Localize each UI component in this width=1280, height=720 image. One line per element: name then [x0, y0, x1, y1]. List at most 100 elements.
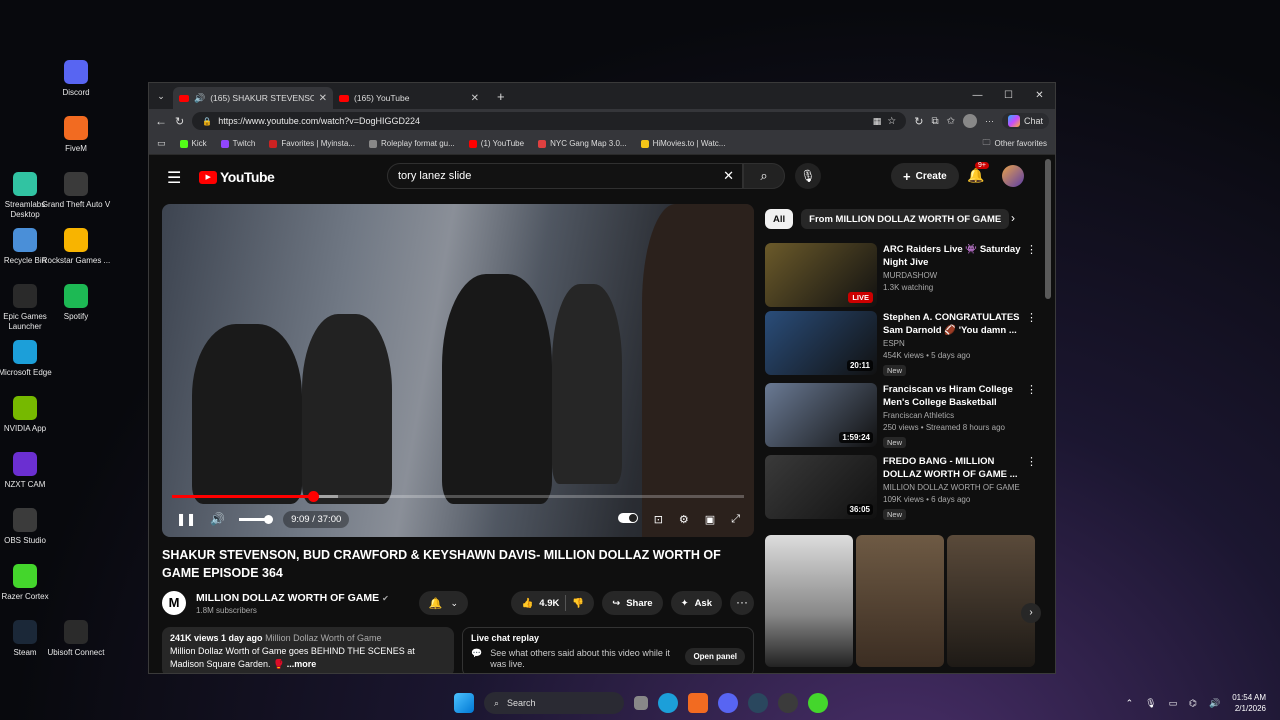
split-screen-icon[interactable]: ⧉: [931, 116, 938, 127]
recommended-video-channel[interactable]: Franciscan Athletics: [883, 411, 1037, 420]
new-tab-button[interactable]: +: [497, 89, 505, 104]
dislike-icon[interactable]: 👎: [572, 598, 584, 609]
video-thumbnail[interactable]: 1:59:24: [765, 383, 877, 447]
ask-button[interactable]: ✦ Ask: [670, 591, 722, 615]
short-thumbnail[interactable]: [947, 535, 1035, 667]
voice-search-button[interactable]: 🎙: [795, 163, 821, 189]
tab-list-dropdown-icon[interactable]: ⌄: [149, 91, 173, 102]
more-link[interactable]: ...more: [287, 659, 317, 669]
close-window-icon[interactable]: ✕: [1024, 83, 1055, 109]
open-panel-button[interactable]: Open panel: [685, 648, 745, 665]
autoplay-toggle[interactable]: [617, 512, 638, 523]
more-options-icon[interactable]: ⋮: [1026, 243, 1037, 256]
youtube-logo[interactable]: ▶ YouTube: [199, 169, 275, 185]
bookmark-item[interactable]: (1) YouTube: [468, 139, 524, 148]
edge-icon[interactable]: [658, 693, 678, 713]
more-actions-button[interactable]: ···: [730, 591, 754, 615]
bookmark-item[interactable]: HiMovies.to | Watc...: [640, 139, 725, 148]
close-tab-icon[interactable]: ✕: [471, 93, 479, 104]
channel-avatar[interactable]: M: [162, 591, 186, 615]
chevron-right-icon[interactable]: ›: [1011, 211, 1015, 225]
other-favorites-folder[interactable]: 🗀 Other favorites: [983, 137, 1047, 151]
miniplayer-icon[interactable]: ▣: [705, 513, 715, 526]
chip-from-channel[interactable]: From MILLION DOLLAZ WORTH OF GAME: [801, 209, 1010, 229]
address-bar[interactable]: 🔒 https://www.youtube.com/watch?v=DogHIG…: [192, 112, 907, 130]
copilot-chat-button[interactable]: Chat: [1001, 113, 1049, 129]
desktop-shortcut[interactable]: NZXT CAM: [0, 452, 60, 490]
tab-active-video[interactable]: 🔊 (165) SHAKUR STEVENSON, B ✕: [173, 87, 333, 109]
recommended-video-title[interactable]: Franciscan vs Hiram College Men's Colleg…: [883, 383, 1037, 409]
desktop-shortcut[interactable]: Grand Theft Auto V: [41, 172, 111, 210]
tab-actions-icon[interactable]: ▭: [157, 138, 166, 149]
refresh-icon[interactable]: ↻: [175, 115, 184, 128]
more-options-icon[interactable]: ⋮: [1026, 455, 1037, 468]
clear-search-icon[interactable]: ✕: [723, 168, 734, 184]
channel-name[interactable]: MILLION DOLLAZ WORTH OF GAME ✔: [196, 592, 389, 604]
discord-icon[interactable]: [718, 693, 738, 713]
bookmark-item[interactable]: NYC Gang Map 3.0...: [538, 139, 627, 148]
steam-icon[interactable]: [748, 693, 768, 713]
short-thumbnail[interactable]: [765, 535, 853, 667]
captions-icon[interactable]: ⊡: [654, 513, 663, 526]
recommended-video-channel[interactable]: MILLION DOLLAZ WORTH OF GAME: [883, 483, 1037, 492]
more-menu-icon[interactable]: ···: [985, 116, 994, 126]
desktop-shortcut[interactable]: Rockstar Games ...: [41, 228, 111, 266]
windows-start-icon[interactable]: [454, 693, 474, 713]
bookmark-item[interactable]: Roleplay format gu...: [368, 139, 455, 148]
bookmark-item[interactable]: Favorites | Myinsta...: [269, 139, 355, 148]
video-thumbnail[interactable]: 36:05: [765, 455, 877, 519]
speaker-icon[interactable]: 🔊: [194, 93, 205, 104]
minimize-icon[interactable]: —: [962, 83, 993, 109]
volume-icon[interactable]: 🔊: [210, 512, 225, 526]
razer-icon[interactable]: [808, 693, 828, 713]
favorites-icon[interactable]: ✩: [947, 116, 955, 127]
fullscreen-icon[interactable]: ⤢: [731, 513, 740, 526]
search-button[interactable]: ⌕: [743, 163, 785, 189]
pause-icon[interactable]: ❚❚: [176, 512, 196, 526]
recommended-video-title[interactable]: Stephen A. CONGRATULATES Sam Darnold 🏈 '…: [883, 311, 1037, 337]
recommended-video-title[interactable]: ARC Raiders Live 👾 Saturday Night Jive: [883, 243, 1037, 269]
task-view-icon[interactable]: [634, 696, 648, 710]
chip-all[interactable]: All: [765, 209, 794, 229]
page-scrollbar[interactable]: [1045, 159, 1051, 299]
progress-bar[interactable]: [172, 491, 744, 502]
recommended-video[interactable]: 1:59:24 Franciscan vs Hiram College Men's…: [765, 383, 1037, 449]
taskbar-search[interactable]: ⌕ Search: [484, 692, 624, 714]
favorite-star-icon[interactable]: ☆: [887, 116, 896, 127]
recommended-video-title[interactable]: FREDO BANG - MILLION DOLLAZ WORTH OF GAM…: [883, 455, 1037, 481]
display-icon[interactable]: ▭: [1169, 698, 1178, 709]
maximize-icon[interactable]: ☐: [993, 83, 1024, 109]
share-button[interactable]: ↪ Share: [602, 591, 663, 615]
more-options-icon[interactable]: ⋮: [1026, 311, 1037, 324]
video-thumbnail[interactable]: 20:11: [765, 311, 877, 375]
desktop-shortcut[interactable]: FiveM: [41, 116, 111, 154]
description-box[interactable]: 241K views 1 day ago Million Dollaz Wort…: [162, 627, 454, 673]
account-avatar[interactable]: [1002, 165, 1024, 187]
video-thumbnail[interactable]: LIVE: [765, 243, 877, 307]
create-button[interactable]: + Create: [891, 163, 959, 189]
subscribed-notifications-button[interactable]: 🔔 ⌄: [418, 591, 469, 615]
bookmark-item[interactable]: Twitch: [220, 139, 255, 148]
bookmark-item[interactable]: Kick: [179, 139, 207, 148]
obs-icon[interactable]: [778, 693, 798, 713]
recommended-video-channel[interactable]: MURDASHOW: [883, 271, 1037, 280]
volume-slider[interactable]: [239, 514, 274, 524]
more-options-icon[interactable]: ⋮: [1026, 383, 1037, 396]
desktop-shortcut[interactable]: Ubisoft Connect: [41, 620, 111, 658]
extensions-icon[interactable]: ↻: [914, 115, 923, 128]
desktop-shortcut[interactable]: Discord: [41, 60, 111, 98]
microphone-icon[interactable]: 🎙: [1145, 698, 1156, 709]
close-tab-icon[interactable]: ✕: [319, 93, 327, 104]
hamburger-menu-icon[interactable]: ☰: [167, 168, 181, 188]
desktop-shortcut[interactable]: Spotify: [41, 284, 111, 322]
notifications-button[interactable]: 🔔 9+: [967, 162, 989, 184]
recommended-video[interactable]: 20:11 Stephen A. CONGRATULATES Sam Darnol…: [765, 311, 1037, 377]
video-player[interactable]: ❚❚ 🔊 9:09 / 37:00 ⊡ ⚙ ▣ ⤢: [162, 204, 754, 537]
shorts-next-button[interactable]: ›: [1021, 603, 1041, 623]
back-icon[interactable]: ←: [155, 114, 167, 128]
desktop-shortcut[interactable]: OBS Studio: [0, 508, 60, 546]
tab-youtube[interactable]: (165) YouTube ✕: [333, 87, 485, 109]
network-icon[interactable]: ⌬: [1189, 698, 1197, 709]
fivem-icon[interactable]: [688, 693, 708, 713]
desktop-shortcut[interactable]: Microsoft Edge: [0, 340, 60, 378]
